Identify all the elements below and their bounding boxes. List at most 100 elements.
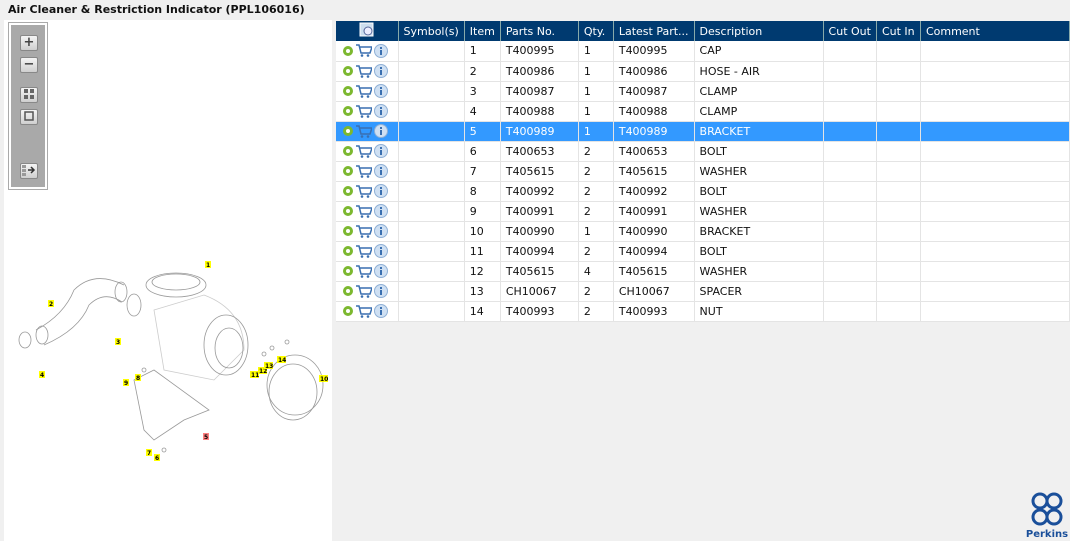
callout-label[interactable]: 13 (265, 363, 273, 370)
comment-cell (920, 281, 1070, 302)
callout-label[interactable]: 10 (320, 376, 328, 383)
row-actions (336, 41, 399, 62)
col-description[interactable]: Description (694, 21, 824, 41)
gear-icon[interactable] (342, 305, 354, 317)
table-row[interactable]: 13 CH10067 2 CH10067 SPACER (336, 281, 1070, 302)
table-row[interactable]: 3 T400987 1 T400987 CLAMP (336, 81, 1070, 102)
gear-icon[interactable] (342, 165, 354, 177)
table-row[interactable]: 12 T405615 4 T405615 WASHER (336, 261, 1070, 282)
description-cell: CAP (694, 41, 824, 62)
callout-label[interactable]: 2 (49, 301, 53, 308)
gear-icon[interactable] (342, 245, 354, 257)
zoom-in-button[interactable]: + (20, 35, 38, 51)
gear-icon[interactable] (342, 285, 354, 297)
info-icon[interactable] (374, 304, 388, 318)
info-icon[interactable] (374, 184, 388, 198)
cart-icon[interactable] (356, 284, 372, 298)
info-icon[interactable] (374, 244, 388, 258)
description-cell: BOLT (694, 141, 824, 162)
info-icon[interactable] (374, 264, 388, 278)
col-comment[interactable]: Comment (920, 21, 1070, 41)
symbols-cell (398, 281, 465, 302)
gear-icon[interactable] (342, 205, 354, 217)
gear-icon[interactable] (342, 45, 354, 57)
info-icon[interactable] (374, 284, 388, 298)
cut-in-cell (876, 121, 921, 142)
toggle-list-button[interactable] (20, 163, 38, 179)
table-row[interactable]: 9 T400991 2 T400991 WASHER (336, 201, 1070, 222)
callout-label[interactable]: 1 (206, 262, 210, 269)
cart-icon[interactable] (356, 104, 372, 118)
exploded-diagram[interactable]: 1234567891011121314 (4, 230, 332, 470)
callout-label[interactable]: 8 (136, 375, 140, 382)
info-icon[interactable] (374, 204, 388, 218)
table-row[interactable]: 4 T400988 1 T400988 CLAMP (336, 101, 1070, 122)
info-icon[interactable] (374, 124, 388, 138)
gear-icon[interactable] (342, 85, 354, 97)
callout-label[interactable]: 4 (40, 372, 44, 379)
gear-icon[interactable] (342, 185, 354, 197)
info-icon[interactable] (374, 164, 388, 178)
info-icon[interactable] (374, 64, 388, 78)
cart-icon[interactable] (356, 224, 372, 238)
table-row[interactable]: 6 T400653 2 T400653 BOLT (336, 141, 1070, 162)
info-icon[interactable] (374, 104, 388, 118)
gear-icon[interactable] (342, 225, 354, 237)
callout-label[interactable]: 14 (278, 357, 286, 364)
info-icon[interactable] (374, 144, 388, 158)
fit-all-button[interactable] (20, 87, 38, 103)
cart-icon[interactable] (356, 304, 372, 318)
table-row[interactable]: 11 T400994 2 T400994 BOLT (336, 241, 1070, 262)
col-qty[interactable]: Qty. (578, 21, 614, 41)
col-symbols[interactable]: Symbol(s) (398, 21, 465, 41)
callout-label[interactable]: 7 (147, 450, 151, 457)
col-cut-out[interactable]: Cut Out (823, 21, 877, 41)
table-row[interactable]: 8 T400992 2 T400992 BOLT (336, 181, 1070, 202)
col-item[interactable]: Item (464, 21, 501, 41)
gear-icon[interactable] (342, 265, 354, 277)
cut-out-cell (823, 301, 877, 322)
col-cut-in[interactable]: Cut In (876, 21, 921, 41)
table-row[interactable]: 1 T400995 1 T400995 CAP (336, 41, 1070, 62)
cart-icon[interactable] (356, 124, 372, 138)
latest-part-cell: T400987 (613, 81, 695, 102)
part-number-cell: T400990 (500, 221, 579, 242)
cart-icon[interactable] (356, 164, 372, 178)
latest-part-cell: T400994 (613, 241, 695, 262)
comment-cell (920, 161, 1070, 182)
gear-icon[interactable] (342, 145, 354, 157)
cart-icon[interactable] (356, 64, 372, 78)
col-latest-part[interactable]: Latest Part... (613, 21, 695, 41)
table-row[interactable]: 14 T400993 2 T400993 NUT (336, 301, 1070, 322)
description-cell: WASHER (694, 161, 824, 182)
table-row[interactable]: 10 T400990 1 T400990 BRACKET (336, 221, 1070, 242)
callout-label[interactable]: 9 (124, 380, 128, 387)
info-icon[interactable] (374, 43, 388, 58)
table-row[interactable]: 7 T405615 2 T405615 WASHER (336, 161, 1070, 182)
gear-icon[interactable] (342, 105, 354, 117)
cart-icon[interactable] (356, 204, 372, 218)
qty-cell: 2 (578, 201, 614, 222)
col-parts-no[interactable]: Parts No. (500, 21, 579, 41)
latest-part-cell: T400991 (613, 201, 695, 222)
cart-icon[interactable] (356, 244, 372, 258)
zoom-out-button[interactable]: − (20, 57, 38, 73)
symbols-cell (398, 161, 465, 182)
callout-label[interactable]: 3 (116, 339, 120, 346)
actual-size-button[interactable] (20, 109, 38, 125)
description-cell: NUT (694, 301, 824, 322)
callout-label[interactable]: 5 (204, 434, 208, 441)
info-icon[interactable] (374, 84, 388, 98)
cart-icon[interactable] (356, 184, 372, 198)
cart-icon[interactable] (356, 264, 372, 278)
gear-icon[interactable] (342, 125, 354, 137)
filter-header[interactable] (336, 21, 399, 41)
cart-icon[interactable] (356, 44, 372, 58)
cart-icon[interactable] (356, 84, 372, 98)
table-row[interactable]: 2 T400986 1 T400986 HOSE - AIR (336, 61, 1070, 82)
cart-icon[interactable] (356, 144, 372, 158)
info-icon[interactable] (374, 224, 388, 238)
table-row[interactable]: 5 T400989 1 T400989 BRACKET (336, 121, 1070, 142)
callout-label[interactable]: 6 (155, 455, 159, 462)
gear-icon[interactable] (342, 65, 354, 77)
